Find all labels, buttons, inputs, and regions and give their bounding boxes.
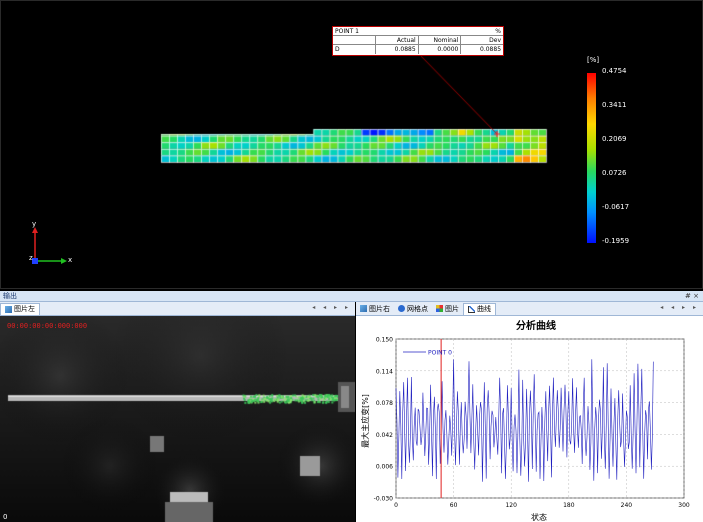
callout-header-actual: Actual [375,36,418,44]
image-icon [5,306,12,313]
x-tick-label: 60 [450,502,458,509]
3d-viewport[interactable]: POINT 1 % Actual Nominal Dev D 0.0885 0.… [0,0,703,289]
tab-label: 图片 [445,304,459,314]
panel-nav-arrows[interactable]: ◂ ◂ ▸ ▸ [660,304,699,311]
callout-row-label: D [333,45,375,54]
tab-image-left[interactable]: 图片左 [0,303,40,315]
legend-tick: 0.2069 [602,135,627,143]
axis-label-y: y [32,220,36,228]
picture-icon [436,305,443,312]
app-window: POINT 1 % Actual Nominal Dev D 0.0885 0.… [0,0,703,522]
tab-grid-points[interactable]: 网格点 [394,303,432,315]
legend-tick: 0.4754 [602,67,627,75]
tab-image-right[interactable]: 图片右 [356,303,394,315]
legend-label: POINT 0 [428,350,452,357]
y-tick-label: 0.078 [376,400,393,407]
callout-value-nominal: 0.0000 [418,45,461,54]
tab-curve[interactable]: 曲线 [463,303,496,315]
tab-label: 网格点 [407,304,428,314]
right-tabbar: 图片右 网格点 图片 曲线 ◂ ◂ ▸ ▸ [356,302,703,316]
color-legend-bar [587,73,596,243]
right-curve-panel: 图片右 网格点 图片 曲线 ◂ ◂ ▸ ▸ 分析曲线 最大主应变[%] 状态 0… [356,302,703,522]
analysis-curve-chart[interactable]: 分析曲线 最大主应变[%] 状态 0.150 0.114 0.078 0.042 0.0… [356,316,703,522]
callout-value-dev: 0.0885 [460,45,503,54]
legend-tick: 0.3411 [602,101,627,109]
output-dock-header: 输出 # × [0,291,703,302]
callout-value-actual: 0.0885 [375,45,418,54]
tab-picture[interactable]: 图片 [432,303,463,315]
y-tick-label: 0.114 [376,368,393,375]
chart-title: 分析曲线 [516,319,556,332]
plot-area: 0.150 0.114 0.078 0.042 0.006 -0.0300 60 120 180… [374,337,690,510]
legend-tick: -0.0617 [602,203,629,211]
y-tick-label: 0.042 [376,432,393,439]
callout-corner [333,36,375,44]
image-icon [360,305,367,312]
tab-label: 图片左 [14,304,35,314]
x-tick-label: 120 [505,502,517,509]
legend-tick: 0.0726 [602,169,627,177]
dock-title: 输出 [3,292,17,300]
tab-label: 曲线 [477,304,491,314]
callout-header-dev: Dev [460,36,503,44]
timecode: 00:00:00:00:000:000 [7,322,87,330]
dock-controls[interactable]: # × [685,291,699,302]
y-axis-label: 最大主应变[%] [360,394,370,448]
callout-title: POINT 1 [333,27,463,35]
camera-image[interactable] [0,316,355,522]
curve-icon [468,306,475,313]
legend-unit: [%] [587,56,599,64]
legend-tick: -0.1959 [602,237,629,245]
panel-nav-arrows[interactable]: ◂ ◂ ▸ ▸ [312,304,351,311]
y-tick-label: 0.006 [376,464,393,471]
x-tick-label: 300 [678,502,690,509]
y-tick-label: -0.030 [374,496,394,503]
callout-unit: % [463,27,503,35]
tab-label: 图片右 [369,304,390,314]
y-tick-label: 0.150 [376,337,393,344]
grid-point-icon [398,305,405,312]
axis-label-x: x [68,256,72,264]
x-axis-label: 状态 [531,512,547,522]
axis-label-z: z [29,254,33,262]
callout-header-nominal: Nominal [418,36,461,44]
point-callout-table: POINT 1 % Actual Nominal Dev D 0.0885 0.… [332,26,504,56]
left-image-panel: 图片左 ◂ ◂ ▸ ▸ 00:00:00:00:000:000 0 [0,302,355,522]
frame-index: 0 [3,513,7,521]
x-tick-label: 180 [563,502,575,509]
left-tabbar: 图片左 ◂ ◂ ▸ ▸ [0,302,355,316]
x-tick-label: 0 [394,502,398,509]
x-tick-label: 240 [621,502,633,509]
